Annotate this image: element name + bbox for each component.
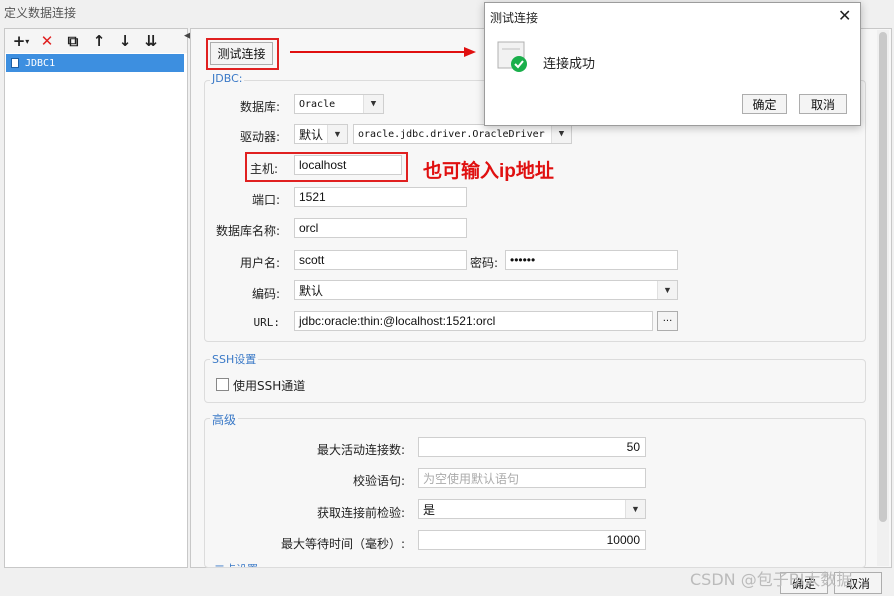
url-more-button[interactable]: ···	[657, 311, 678, 331]
delete-icon: ✕	[40, 32, 54, 50]
password-input[interactable]: ••••••	[505, 250, 678, 270]
annotation-arrow	[290, 47, 476, 57]
arrow-down-icon: ↓	[118, 32, 132, 50]
test-before-value: 是	[423, 502, 436, 517]
database-icon	[11, 58, 19, 68]
chevron-down-icon: ▼	[625, 500, 645, 518]
test-before-select[interactable]: 是 ▼	[418, 499, 646, 519]
driver-class-select[interactable]: oracle.jdbc.driver.OracleDriver ▼	[353, 124, 572, 144]
dialog-message: 连接成功	[543, 57, 596, 72]
database-label: 数据库:	[239, 100, 280, 114]
sort-icon: ⇊	[144, 32, 158, 50]
move-down-button[interactable]: ↓	[115, 31, 135, 51]
tree-item-label: JDBC1	[25, 57, 56, 69]
advanced-section-title: 高级	[210, 411, 239, 428]
encoding-select[interactable]: 默认 ▼	[294, 280, 678, 300]
test-connection-button[interactable]: 测试连接	[210, 42, 273, 65]
port-label: 端口:	[251, 193, 280, 207]
driver-mode-select[interactable]: 默认 ▼	[294, 124, 348, 144]
max-active-input[interactable]: 50	[418, 437, 646, 457]
ssh-checkbox[interactable]	[216, 378, 229, 391]
dialog-cancel-button[interactable]: 取消	[799, 94, 847, 114]
host-input[interactable]: localhost	[294, 155, 402, 175]
watermark: CSDN @包子BI大数据	[690, 570, 853, 589]
url-label: URL:	[253, 316, 281, 329]
ssh-checkbox-label: 使用SSH通道	[233, 379, 306, 393]
add-button[interactable]: + ▾	[11, 31, 31, 51]
username-input[interactable]: scott	[294, 250, 467, 270]
copy-button[interactable]: ⧉	[63, 31, 83, 51]
window-title: 定义数据连接	[4, 6, 77, 20]
jdbc-section-title: JDBC:	[210, 72, 245, 85]
driver-label: 驱动器:	[239, 130, 280, 144]
host-label: 主机:	[250, 162, 279, 176]
next-section-title: 二点设置	[214, 561, 258, 567]
sort-button[interactable]: ⇊	[141, 31, 161, 51]
encoding-label: 编码:	[251, 287, 280, 301]
chevron-down-icon: ▼	[657, 281, 677, 299]
dbname-label: 数据库名称:	[215, 224, 280, 238]
password-label: 密码:	[470, 256, 499, 270]
move-up-button[interactable]: ↑	[89, 31, 109, 51]
encoding-value: 默认	[299, 283, 324, 298]
plus-icon: +	[12, 32, 26, 50]
chevron-down-icon: ▼	[327, 125, 347, 143]
username-label: 用户名:	[239, 256, 280, 270]
test-connection-dialog: 测试连接 ✕ 连接成功 确定 取消	[484, 2, 861, 126]
list-toolbar: + ▾ ✕ ⧉ ↑ ↓ ⇊	[5, 29, 187, 53]
dialog-title: 测试连接	[490, 11, 539, 25]
close-icon[interactable]: ✕	[838, 6, 851, 25]
annotation-text: 也可输入ip地址	[423, 161, 554, 182]
scrollbar-thumb[interactable]	[879, 32, 887, 522]
max-active-label: 最大活动连接数:	[316, 443, 405, 457]
ssh-section-title: SSH设置	[210, 351, 259, 367]
max-wait-input[interactable]: 10000	[418, 530, 646, 550]
validation-label: 校验语句:	[352, 474, 405, 488]
validation-input[interactable]: 为空使用默认语句	[418, 468, 646, 488]
success-icon	[497, 41, 527, 72]
test-before-label: 获取连接前检验:	[316, 506, 405, 520]
database-value: Oracle	[299, 98, 336, 110]
copy-icon: ⧉	[67, 32, 79, 50]
dbname-input[interactable]: orcl	[294, 218, 467, 238]
driver-class-value: oracle.jdbc.driver.OracleDriver	[358, 128, 545, 140]
chevron-down-icon: ▼	[363, 95, 383, 113]
dialog-body: 连接成功 确定 取消	[485, 31, 860, 125]
tree-item-jdbc1[interactable]: JDBC1	[6, 54, 184, 72]
port-input[interactable]: 1521	[294, 187, 467, 207]
delete-button[interactable]: ✕	[37, 31, 57, 51]
arrow-up-icon: ↑	[92, 32, 106, 50]
dialog-ok-button[interactable]: 确定	[742, 94, 787, 114]
connection-list-panel: + ▾ ✕ ⧉ ↑ ↓ ⇊ JDBC1	[4, 28, 188, 568]
database-select[interactable]: Oracle ▼	[294, 94, 384, 114]
driver-mode-value: 默认	[299, 127, 324, 142]
url-input[interactable]: jdbc:oracle:thin:@localhost:1521:orcl	[294, 311, 653, 331]
chevron-down-icon: ▼	[551, 125, 571, 143]
max-wait-label: 最大等待时间（毫秒）:	[280, 537, 405, 551]
chevron-down-icon: ▾	[25, 36, 30, 46]
